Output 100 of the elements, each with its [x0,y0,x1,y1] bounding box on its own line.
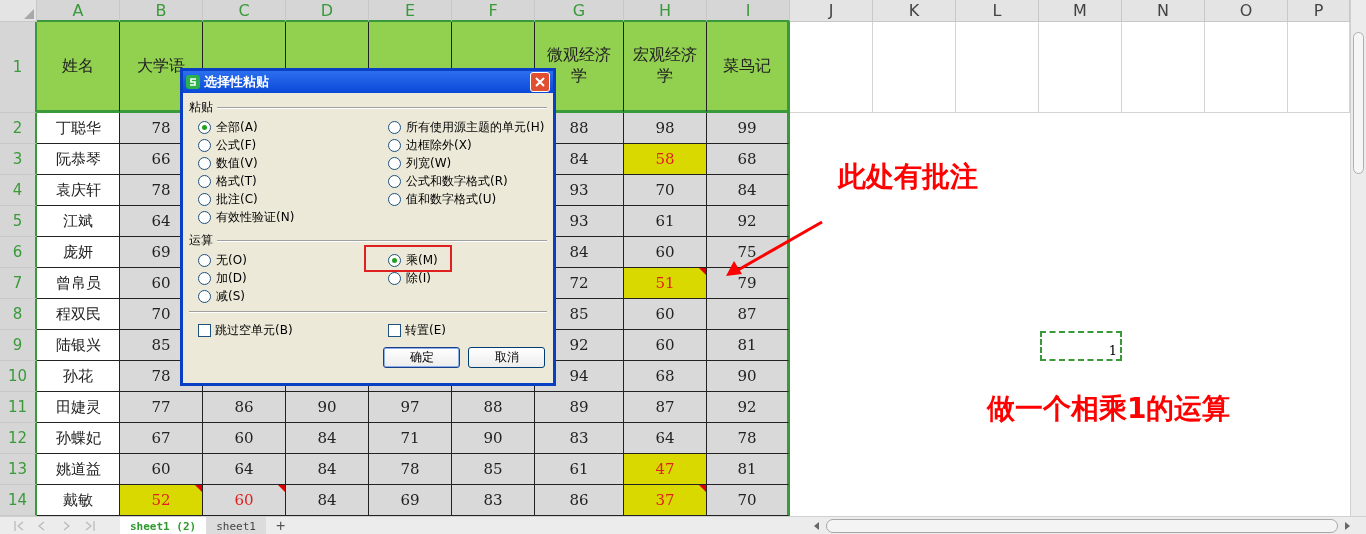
column-header[interactable]: O [1205,0,1288,22]
dialog-button[interactable]: 取消 [468,347,545,368]
radio-button[interactable] [388,174,401,188]
scroll-left-icon[interactable] [812,521,820,531]
header-cell: 宏观经济学 [624,22,707,113]
option-label: 乘(M) [406,251,438,269]
radio-button[interactable] [198,271,211,285]
row-header[interactable]: 8 [0,299,37,330]
row-header[interactable]: 14 [0,485,37,516]
radio-button[interactable] [388,156,401,170]
option-label: 边框除外(X) [406,136,472,154]
score-cell: 86 [535,485,624,516]
row-header[interactable]: 5 [0,206,37,237]
name-cell: 田婕灵 [37,392,120,423]
score-cell: 69 [369,485,452,516]
radio-button[interactable] [198,120,211,134]
score-cell: 88 [452,392,535,423]
score-cell: 70 [624,175,707,206]
score-cell: 77 [120,392,203,423]
column-header[interactable]: A [37,0,120,22]
score-cell: 92 [707,206,790,237]
column-header[interactable]: M [1039,0,1122,22]
name-cell: 袁庆轩 [37,175,120,206]
radio-button[interactable] [198,210,211,224]
row-header[interactable]: 13 [0,454,37,485]
name-cell: 江斌 [37,206,120,237]
sheet-tab[interactable]: sheet1 (2) [120,517,207,534]
option-label: 全部(A) [216,118,258,136]
scrollbar-thumb[interactable] [1353,32,1364,174]
score-cell: 85 [452,454,535,485]
score-cell: 90 [452,423,535,454]
column-header[interactable]: I [707,0,790,22]
score-cell: 60 [624,299,707,330]
radio-button[interactable] [198,289,211,303]
score-cell: 78 [707,423,790,454]
option-label: 数值(V) [216,154,258,172]
radio-button[interactable] [198,174,211,188]
radio-button[interactable] [388,120,401,134]
header-cell: 姓名 [37,22,120,113]
score-cell: 86 [203,392,286,423]
column-header[interactable]: J [790,0,873,22]
score-cell: 61 [624,206,707,237]
close-icon [535,77,545,87]
score-cell: 75 [707,237,790,268]
option-label: 无(O) [216,251,247,269]
column-header[interactable]: P [1288,0,1350,22]
column-header[interactable]: K [873,0,956,22]
column-header[interactable]: D [286,0,369,22]
row-header[interactable]: 10 [0,361,37,392]
checkbox-label: 跳过空单元(B) [215,321,293,339]
score-cell: 92 [707,392,790,423]
column-header[interactable]: N [1122,0,1205,22]
sheet-tab[interactable]: sheet1 [206,517,266,534]
name-cell: 庞妍 [37,237,120,268]
score-cell: 60 [624,237,707,268]
checkbox[interactable] [198,323,211,337]
radio-button[interactable] [198,156,211,170]
header-cell: 菜鸟记 [707,22,790,113]
row-header[interactable]: 6 [0,237,37,268]
score-cell: 87 [624,392,707,423]
checkbox-label: 转置(E) [405,321,446,339]
row-header[interactable]: 2 [0,113,37,144]
radio-button[interactable] [198,192,211,206]
score-cell: 71 [369,423,452,454]
score-cell: 70 [707,485,790,516]
row-header[interactable]: 3 [0,144,37,175]
row-header[interactable]: 9 [0,330,37,361]
row-header[interactable]: 1 [0,22,37,113]
add-sheet-button[interactable]: + [266,517,296,534]
radio-button[interactable] [388,138,401,152]
option-label: 列宽(W) [406,154,452,172]
option-label: 减(S) [216,287,245,305]
column-header[interactable]: F [452,0,535,22]
row-header[interactable]: 4 [0,175,37,206]
column-header[interactable]: B [120,0,203,22]
radio-button[interactable] [198,138,211,152]
score-cell: 84 [286,454,369,485]
checkbox[interactable] [388,323,401,337]
option-label: 格式(T) [216,172,257,190]
dialog-button[interactable]: 确定 [383,347,460,368]
row-header[interactable]: 11 [0,392,37,423]
column-header[interactable]: H [624,0,707,22]
score-cell: 51 [624,268,707,299]
column-header[interactable]: L [956,0,1039,22]
option-label: 加(D) [216,269,247,287]
radio-button[interactable] [198,253,211,267]
score-cell: 64 [203,454,286,485]
name-cell: 丁聪华 [37,113,120,144]
radio-button[interactable] [388,253,401,267]
option-label: 公式(F) [216,136,257,154]
close-button[interactable] [530,72,550,92]
column-header[interactable]: G [535,0,624,22]
column-header[interactable]: C [203,0,286,22]
scrollbar-thumb[interactable] [826,519,1338,533]
score-cell: 60 [120,454,203,485]
column-header[interactable]: E [369,0,452,22]
row-header[interactable]: 12 [0,423,37,454]
scroll-right-icon[interactable] [1344,521,1352,531]
row-header[interactable]: 7 [0,268,37,299]
radio-button[interactable] [388,192,401,206]
